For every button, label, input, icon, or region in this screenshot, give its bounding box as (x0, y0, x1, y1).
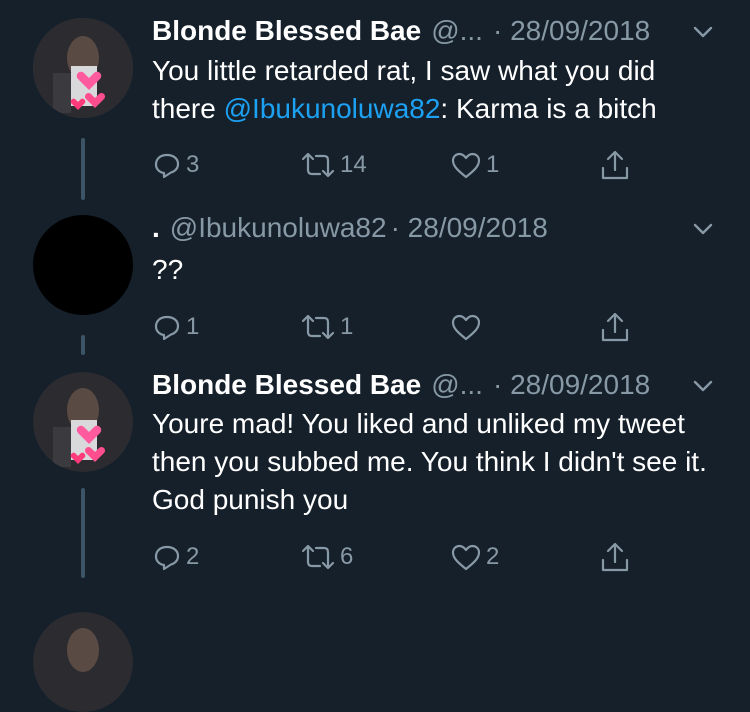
reply-button[interactable]: 1 (152, 309, 199, 345)
action-bar: 2 6 2 (152, 539, 652, 575)
avatar[interactable] (33, 215, 133, 315)
reply-icon (154, 545, 180, 571)
display-name[interactable]: Blonde Blessed Bae (152, 15, 421, 47)
reply-icon (154, 153, 180, 179)
display-name[interactable]: Blonde Blessed Bae (152, 369, 421, 401)
like-count: 2 (486, 543, 500, 570)
like-button[interactable]: 2 (450, 539, 499, 575)
like-button[interactable] (450, 309, 486, 345)
like-icon (451, 152, 481, 179)
tweet-header: . @Ibukunoluwa82 · 28/09/2018 (152, 210, 730, 246)
reply-button[interactable]: 2 (152, 539, 199, 575)
chevron-down-icon[interactable] (688, 17, 718, 47)
tweet-header: Blonde Blessed Bae @... · 28/09/2018 (152, 13, 730, 49)
timestamp[interactable]: · 28/09/2018 (493, 15, 650, 47)
share-button[interactable] (598, 147, 632, 183)
avatar[interactable] (33, 18, 133, 118)
display-name[interactable]: . (152, 212, 160, 244)
tweet-header: Blonde Blessed Bae @... · 28/09/2018 (152, 367, 730, 403)
retweet-icon (301, 544, 335, 570)
tweet-text: You little retarded rat, I saw what you … (152, 55, 657, 124)
like-icon (451, 544, 481, 571)
action-bar: 3 14 1 (152, 147, 652, 183)
chevron-down-icon[interactable] (688, 214, 718, 244)
chevron-down-icon[interactable] (688, 371, 718, 401)
reply-button[interactable]: 3 (152, 147, 199, 183)
reply-icon (154, 315, 180, 341)
handle[interactable]: @... (431, 369, 483, 401)
action-bar: 1 1 (152, 309, 652, 345)
like-button[interactable]: 1 (450, 147, 499, 183)
like-icon (451, 314, 481, 341)
reply-count: 1 (186, 313, 200, 340)
like-count: 1 (486, 151, 500, 178)
share-icon (601, 542, 629, 572)
retweet-count: 14 (340, 151, 367, 178)
share-button[interactable] (598, 539, 632, 575)
avatar[interactable] (33, 372, 133, 472)
reply-count: 2 (186, 543, 200, 570)
handle[interactable]: @... (431, 15, 483, 47)
reply-count: 3 (186, 151, 200, 178)
handle[interactable]: @Ibukunoluwa82 (170, 212, 387, 244)
share-icon (601, 150, 629, 180)
retweet-count: 1 (340, 313, 354, 340)
avatar[interactable] (33, 612, 133, 712)
mention-link[interactable]: @Ibukunoluwa82 (224, 93, 441, 124)
tweet-text: Youre mad! You liked and unliked my twee… (152, 408, 707, 515)
tweet[interactable]: Blonde Blessed Bae @... · 28/09/2018 You… (0, 355, 750, 585)
retweet-button[interactable]: 14 (300, 147, 367, 183)
tweet-text: ?? (152, 254, 184, 285)
tweet[interactable]: Blonde Blessed Bae @... · 28/09/2018 You… (0, 0, 750, 200)
retweet-button[interactable]: 1 (300, 309, 353, 345)
retweet-button[interactable]: 6 (300, 539, 353, 575)
retweet-count: 6 (340, 543, 354, 570)
share-button[interactable] (598, 309, 632, 345)
share-icon (601, 312, 629, 342)
retweet-icon (301, 152, 335, 178)
retweet-icon (301, 314, 335, 340)
tweet[interactable]: . @Ibukunoluwa82 · 28/09/2018 ?? 1 1 (0, 200, 750, 355)
timestamp[interactable]: · 28/09/2018 (493, 369, 650, 401)
timestamp[interactable]: · 28/09/2018 (391, 212, 548, 244)
